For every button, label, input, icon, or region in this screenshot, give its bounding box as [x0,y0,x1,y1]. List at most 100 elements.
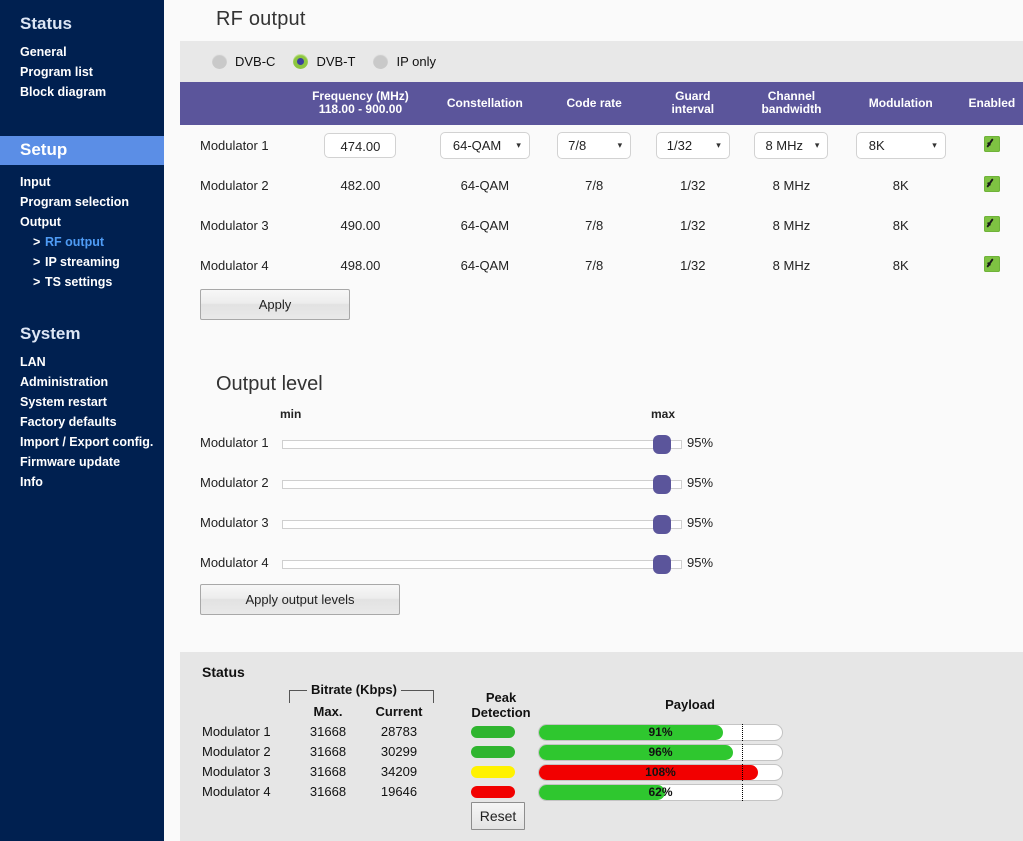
cell-frequency: 482.00 [296,165,425,205]
sidebar-item-ts-settings[interactable]: > TS settings [0,272,164,292]
radio-icon [212,54,227,69]
sidebar-group-title-status: Status [20,14,72,33]
sidebar-item-label: IP streaming [45,255,120,269]
radio-icon-selected [293,54,309,69]
sidebar-item-firmware-update[interactable]: Firmware update [0,452,164,472]
status-current: 34209 [380,764,418,779]
cell-modulation: 8K [840,165,961,205]
col-header-peak-detection: Peak Detection [456,690,546,720]
radio-option-dvb-t[interactable]: DVB-T [293,54,355,69]
output-level-slider-1[interactable] [282,440,682,449]
output-level-slider-3[interactable] [282,520,682,529]
sidebar-group-title-setup[interactable]: Setup [0,136,164,165]
sidebar-item-program-list[interactable]: Program list [0,62,164,82]
sidebar-item-system-restart[interactable]: System restart [0,392,164,412]
slider-thumb[interactable] [653,555,671,574]
cell-frequency: 474.00 [296,125,425,165]
channel-bandwidth-select[interactable]: 8 MHz ▾ [754,131,829,159]
cell-guard-interval: 1/32 [643,165,743,205]
col-frequency-line2: 118.00 - 900.00 [318,102,403,116]
status-heading: Status [202,664,245,680]
radio-label: IP only [396,54,436,69]
enabled-checkbox-icon[interactable] [983,135,1000,152]
cell-channel-bandwidth: 8 MHz ▾ [742,125,841,165]
sidebar-item-program-selection[interactable]: Program selection [0,192,164,212]
enabled-checkbox-icon[interactable] [983,255,1000,272]
enabled-checkbox-icon[interactable] [983,215,1000,232]
status-current: 30299 [380,744,418,759]
cell-code-rate: 7/8 [544,205,644,245]
cell-channel-bandwidth: 8 MHz [742,165,841,205]
sidebar-item-output[interactable]: Output [0,212,164,232]
modulation-value: 8K [868,137,885,153]
radio-option-ip-only[interactable]: IP only [373,54,436,69]
guard-interval-value: 1/32 [666,137,693,153]
payload-bar: 91% [538,724,783,741]
page-title: RF output [216,8,306,30]
modulation-select[interactable]: 8K ▾ [855,131,946,159]
sidebar-item-rf-output[interactable]: > RF output [0,232,164,252]
modulator-table: Frequency (MHz) 118.00 - 900.00 Constell… [180,82,1023,285]
payload-bar: 62% [538,784,783,801]
peak-line2: Detection [471,705,531,720]
sidebar-item-lan[interactable]: LAN [0,352,164,372]
apply-output-levels-button[interactable]: Apply output levels [200,584,400,615]
code-rate-select[interactable]: 7/8 ▾ [557,131,632,159]
col-guard-line2: interval [671,102,715,116]
chevron-right-icon: > [33,275,41,289]
cell-channel-bandwidth: 8 MHz [742,245,841,285]
slider-thumb[interactable] [653,475,671,494]
cell-constellation: 64-QAM [424,165,545,205]
slider-value: 95% [687,435,714,450]
sidebar-item-label: RF output [45,235,105,249]
row-label: Modulator 3 [180,205,296,245]
slider-label: Modulator 4 [200,555,269,570]
table-row: Modulator 4 498.00 64-QAM 7/8 1/32 8 MHz… [180,245,1023,285]
row-label: Modulator 4 [180,245,296,285]
payload-threshold-marker [741,784,743,801]
channel-bandwidth-value: 8 MHz [765,137,803,153]
output-level-slider-4[interactable] [282,560,682,569]
status-row-label: Modulator 2 [202,744,271,759]
table-header-row: Frequency (MHz) 118.00 - 900.00 Constell… [180,82,1023,125]
slider-thumb[interactable] [653,515,671,534]
cell-enabled [960,205,1023,245]
apply-button[interactable]: Apply [200,289,350,320]
constellation-select[interactable]: 64-QAM ▾ [439,131,530,159]
output-level-slider-2[interactable] [282,480,682,489]
sidebar-item-import-export-config[interactable]: Import / Export config. [0,432,164,452]
col-header-payload: Payload [665,697,715,712]
main-content: RF output DVB-C DVB-T IP only Frequency … [164,0,1023,841]
radio-label: DVB-T [316,54,356,69]
cell-constellation: 64-QAM ▾ [424,125,545,165]
guard-interval-select[interactable]: 1/32 ▾ [655,131,730,159]
cell-modulation: 8K ▾ [840,125,961,165]
reset-button[interactable]: Reset [471,802,525,830]
sidebar-item-label: TS settings [45,275,113,289]
slider-label: Modulator 3 [200,515,269,530]
table-row: Modulator 1 474.00 64-QAM ▾ 7/8 ▾ 1/32 ▾… [180,125,1023,165]
cell-enabled [960,245,1023,285]
radio-label: DVB-C [235,54,276,69]
sidebar-item-general[interactable]: General [0,42,164,62]
sidebar-item-info[interactable]: Info [0,472,164,492]
status-panel: Status Bitrate (Kbps) Max. Current Peak … [180,652,1023,841]
enabled-checkbox-icon[interactable] [983,175,1000,192]
radio-option-dvb-c[interactable]: DVB-C [212,54,275,69]
sidebar-item-administration[interactable]: Administration [0,372,164,392]
output-level-row-4: Modulator 4 95% [164,551,1023,577]
slider-thumb[interactable] [653,435,671,454]
sidebar-item-input[interactable]: Input [0,172,164,192]
frequency-input[interactable]: 474.00 [324,132,397,158]
slider-value: 95% [687,475,714,490]
sidebar-item-factory-defaults[interactable]: Factory defaults [0,412,164,432]
sidebar-item-block-diagram[interactable]: Block diagram [0,82,164,102]
sidebar-item-ip-streaming[interactable]: > IP streaming [0,252,164,272]
peak-line1: Peak [485,690,517,705]
col-bandwidth-line1: Channel [767,89,816,103]
peak-detection-indicator [471,726,515,738]
sidebar: Status General Program list Block diagra… [0,0,164,841]
cell-enabled [960,125,1023,165]
radio-icon [373,54,389,69]
peak-detection-indicator [471,766,515,778]
